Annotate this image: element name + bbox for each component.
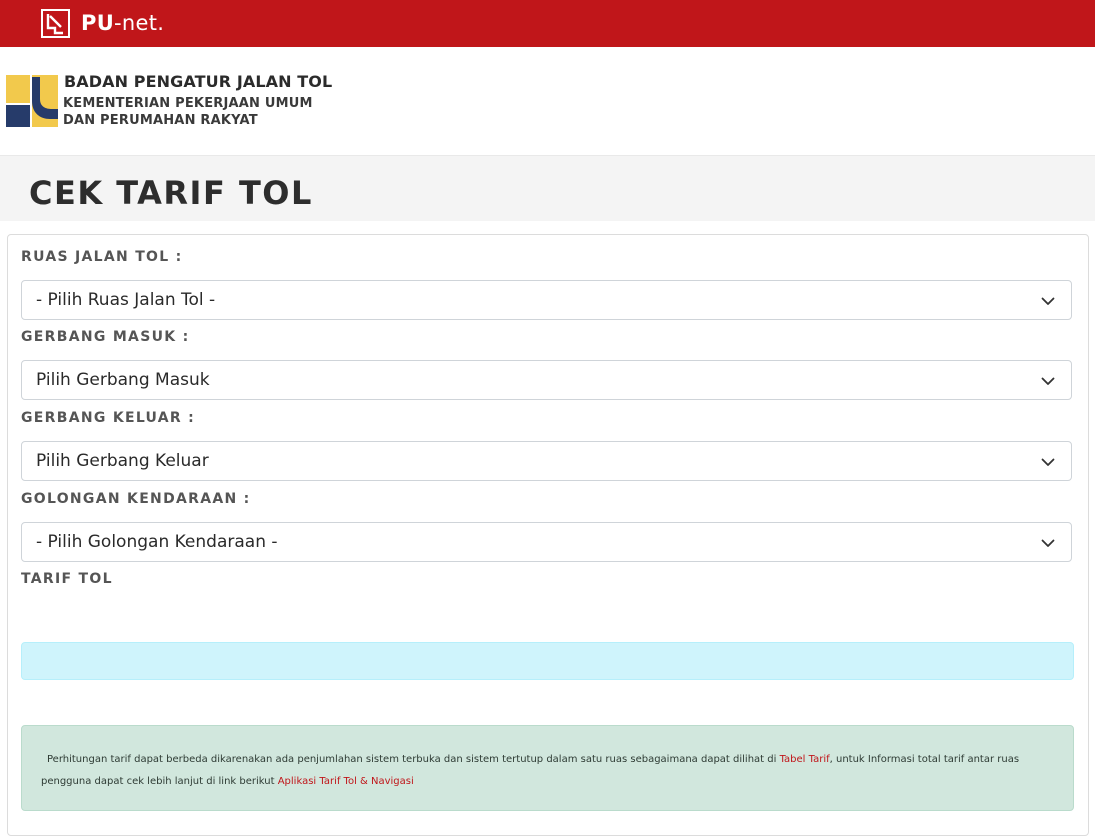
logo-title: BADAN PENGATUR JALAN TOL [64,72,333,91]
ruas-select-value: - Pilih Ruas Jalan Tol - [36,290,216,310]
gerbang-masuk-label: GERBANG MASUK : [21,329,190,345]
gerbang-masuk-select[interactable]: Pilih Gerbang Masuk [21,360,1072,400]
info-text-part1: Perhitungan tarif dapat berbeda dikarena… [47,754,777,765]
page-title: CEK TARIF TOL [29,174,313,212]
logo-subtitle-line2: DAN PERUMAHAN RAKYAT [63,113,258,128]
gerbang-keluar-select-value: Pilih Gerbang Keluar [36,451,209,471]
chevron-down-icon [1041,297,1055,305]
brand-light: -net. [114,11,165,35]
golongan-select-value: - Pilih Golongan Kendaraan - [36,532,278,552]
chevron-down-icon [1041,377,1055,385]
aplikasi-tarif-link[interactable]: Aplikasi Tarif Tol & Navigasi [278,776,414,787]
tabel-tarif-link[interactable]: Tabel Tarif [780,754,830,765]
chevron-down-icon [1041,458,1055,466]
bpjt-emblem-icon[interactable] [6,75,58,127]
pu-net-logo-icon[interactable] [41,9,70,38]
pu-net-brand[interactable]: PU-net. [81,9,164,37]
tarif-form-card: RUAS JALAN TOL : - Pilih Ruas Jalan Tol … [7,234,1089,836]
tarif-label: TARIF TOL [21,571,113,587]
ruas-select[interactable]: - Pilih Ruas Jalan Tol - [21,280,1072,320]
tarif-result-box [21,642,1074,680]
page-title-band: CEK TARIF TOL [0,156,1095,221]
brand-bold: PU [81,11,115,35]
gerbang-masuk-select-value: Pilih Gerbang Masuk [36,370,210,390]
golongan-select[interactable]: - Pilih Golongan Kendaraan - [21,522,1072,562]
tarif-info-alert: Perhitungan tarif dapat berbeda dikarena… [21,725,1074,811]
top-bar: PU-net. [0,0,1095,47]
logo-header: BADAN PENGATUR JALAN TOL KEMENTERIAN PEK… [0,47,1095,156]
gerbang-keluar-label: GERBANG KELUAR : [21,410,196,426]
ruas-label: RUAS JALAN TOL : [21,249,183,265]
gerbang-keluar-select[interactable]: Pilih Gerbang Keluar [21,441,1072,481]
golongan-label: GOLONGAN KENDARAAN : [21,491,251,507]
logo-subtitle-line1: KEMENTERIAN PEKERJAAN UMUM [63,96,313,111]
chevron-down-icon [1041,539,1055,547]
